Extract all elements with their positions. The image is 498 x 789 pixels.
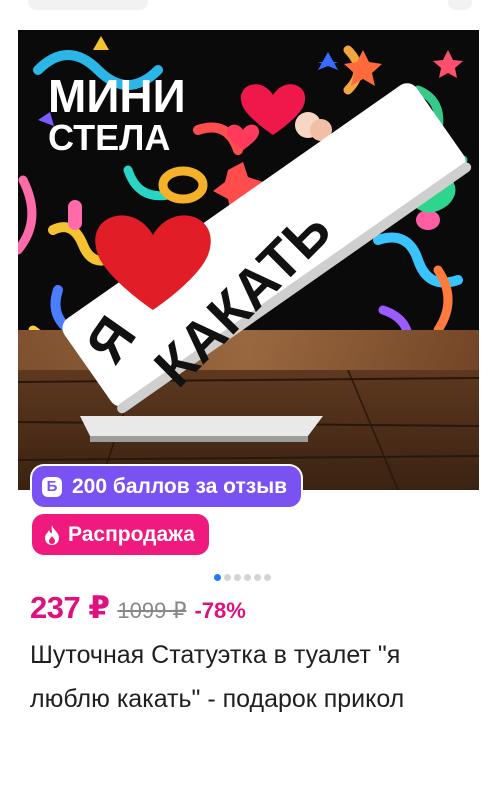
- review-points-badge[interactable]: Б 200 баллов за отзыв: [32, 466, 302, 507]
- old-price: 1099 ₽: [117, 598, 187, 623]
- product-card[interactable]: МИНИ СТЕЛА Я КАКАТЬ Б 200 баллов за отзы…: [0, 0, 498, 789]
- carousel-dot[interactable]: [264, 574, 271, 581]
- carousel-dot[interactable]: [214, 574, 221, 581]
- carousel-indicator[interactable]: [214, 574, 271, 581]
- previous-card-edge: [28, 0, 472, 22]
- flame-icon: [44, 524, 60, 545]
- headline: МИНИ СТЕЛА: [48, 70, 186, 158]
- points-b-icon: Б: [42, 476, 62, 497]
- carousel-dot[interactable]: [224, 574, 231, 581]
- discount-percent: -78%: [194, 598, 246, 623]
- stand-base: [80, 416, 323, 442]
- current-price: 237 ₽: [30, 590, 110, 625]
- sale-label: Распродажа: [68, 522, 195, 546]
- carousel-dot[interactable]: [234, 574, 241, 581]
- product-title[interactable]: Шуточная Статуэтка в туалет "я люблю как…: [30, 633, 475, 721]
- carousel-dot[interactable]: [254, 574, 261, 581]
- product-image[interactable]: МИНИ СТЕЛА Я КАКАТЬ: [18, 30, 479, 490]
- svg-text:МИНИ: МИНИ: [48, 70, 186, 122]
- svg-text:СТЕЛА: СТЕЛА: [48, 117, 170, 158]
- review-points-label: 200 баллов за отзыв: [72, 474, 288, 498]
- carousel-dot[interactable]: [244, 574, 251, 581]
- product-image-art: МИНИ СТЕЛА Я КАКАТЬ: [18, 30, 479, 490]
- price-row: 237 ₽ 1099 ₽ -78%: [30, 590, 246, 626]
- sale-badge[interactable]: Распродажа: [32, 514, 209, 555]
